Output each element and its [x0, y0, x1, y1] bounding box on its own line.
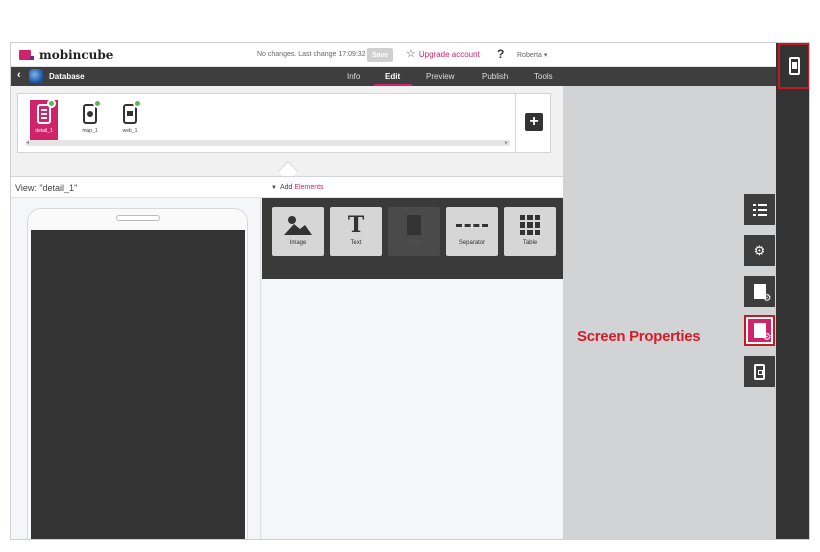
screen-item-detail-1[interactable]: detail_1: [30, 99, 58, 140]
device-preview-button[interactable]: [744, 356, 775, 387]
tab-preview[interactable]: Preview: [426, 72, 454, 81]
scroll-left-icon[interactable]: ◂: [26, 139, 29, 146]
element-label: Web: [407, 240, 421, 246]
element-text-button[interactable]: T Text: [330, 207, 382, 256]
screen-item-map-1[interactable]: map_1: [76, 99, 104, 140]
element-properties-button[interactable]: [744, 276, 775, 307]
screen-properties-button[interactable]: [744, 315, 775, 346]
screen-item-web-1[interactable]: web_1: [116, 99, 144, 140]
element-web-button: Web: [388, 207, 440, 256]
screen-properties-annotation: Screen Properties: [577, 328, 701, 345]
screenshot-stage: mobincube No changes. Last change 17:09:…: [0, 0, 820, 552]
element-separator-button[interactable]: Separator: [446, 207, 498, 256]
element-label: Image: [289, 240, 307, 246]
map-screen-icon: [83, 99, 102, 124]
element-label: Table: [522, 240, 538, 246]
nav-bar: ‹ Database Info Edit Preview Publish Too…: [11, 67, 776, 86]
upgrade-account-link[interactable]: ☆ Upgrade account: [406, 48, 480, 60]
element-table-button[interactable]: Table: [504, 207, 556, 256]
right-toolbar: [776, 43, 809, 539]
screen-label: map_1: [82, 128, 98, 134]
status-dot: [47, 99, 56, 108]
tab-info[interactable]: Info: [347, 72, 360, 81]
view-title: View: "detail_1": [15, 183, 78, 193]
phone-screen-canvas[interactable]: [31, 230, 245, 539]
view-header: View: "detail_1" ▼ Add Elements: [11, 176, 563, 198]
image-icon: [284, 214, 312, 236]
element-image-button[interactable]: Image: [272, 207, 324, 256]
scroll-right-icon[interactable]: ▸: [505, 139, 508, 146]
tab-edit[interactable]: Edit: [385, 72, 400, 81]
screens-strip: detail_1 map_1 web_1 ◂ ▸: [17, 93, 517, 153]
add-elements-prefix: Add: [279, 184, 293, 191]
back-button[interactable]: ‹: [17, 69, 21, 81]
screens-scrollbar[interactable]: ◂ ▸: [26, 140, 510, 146]
status-dot: [133, 99, 142, 108]
list-icon: [752, 203, 767, 216]
element-label: Separator: [458, 240, 486, 246]
tab-publish[interactable]: Publish: [482, 72, 508, 81]
screen-label: detail_1: [35, 128, 53, 134]
table-icon: [520, 214, 540, 236]
screen-label: web_1: [122, 128, 138, 134]
web-icon: [407, 214, 421, 236]
top-bar: mobincube No changes. Last change 17:09:…: [11, 43, 776, 67]
preview-column: [11, 198, 261, 539]
device-toggle-button[interactable]: [778, 43, 809, 89]
element-label: Text: [350, 240, 362, 246]
structure-button[interactable]: [744, 194, 775, 225]
gears-icon: ⚙: [753, 243, 766, 258]
screen-properties-icon: [753, 323, 772, 343]
phone-speaker: [116, 215, 160, 221]
app-window: mobincube No changes. Last change 17:09:…: [10, 42, 810, 540]
add-elements-toggle[interactable]: ▼ Add Elements: [271, 184, 324, 191]
add-screen-panel: +: [515, 93, 551, 153]
mobile-device-icon: [788, 57, 800, 75]
separator-icon: [456, 214, 488, 236]
properties-area: Screen Properties ⚙: [563, 86, 776, 539]
user-menu[interactable]: Roberta ▾: [517, 51, 547, 59]
text-icon: T: [347, 212, 365, 238]
phone-preview: [27, 208, 248, 539]
app-settings-button[interactable]: ⚙: [744, 235, 775, 266]
add-elements-highlight: Elements: [294, 184, 324, 191]
elements-palette: Image T Text Web Separator Table: [262, 198, 563, 279]
detail-screen-icon: [37, 99, 56, 124]
logo-mark-icon: [19, 50, 34, 60]
upgrade-account-label: Upgrade account: [418, 49, 480, 59]
logo[interactable]: mobincube: [19, 48, 113, 62]
web-screen-icon: [123, 99, 142, 124]
element-properties-icon: [753, 284, 772, 304]
tab-tools[interactable]: Tools: [534, 72, 553, 81]
device-preview-icon: [754, 363, 765, 380]
elements-column: Image T Text Web Separator Table: [262, 198, 563, 539]
app-name: Database: [49, 72, 85, 81]
last-change-status: No changes. Last change 17:09:32: [257, 51, 366, 58]
star-icon: ☆: [406, 48, 416, 60]
help-button[interactable]: ?: [497, 47, 504, 61]
logo-text: mobincube: [39, 48, 114, 62]
app-icon: [29, 69, 43, 83]
status-dot: [93, 99, 102, 108]
triangle-down-icon: ▼: [271, 185, 277, 191]
active-tab-indicator: [374, 84, 412, 86]
add-screen-button[interactable]: +: [525, 113, 543, 131]
save-button[interactable]: Save: [367, 48, 393, 62]
